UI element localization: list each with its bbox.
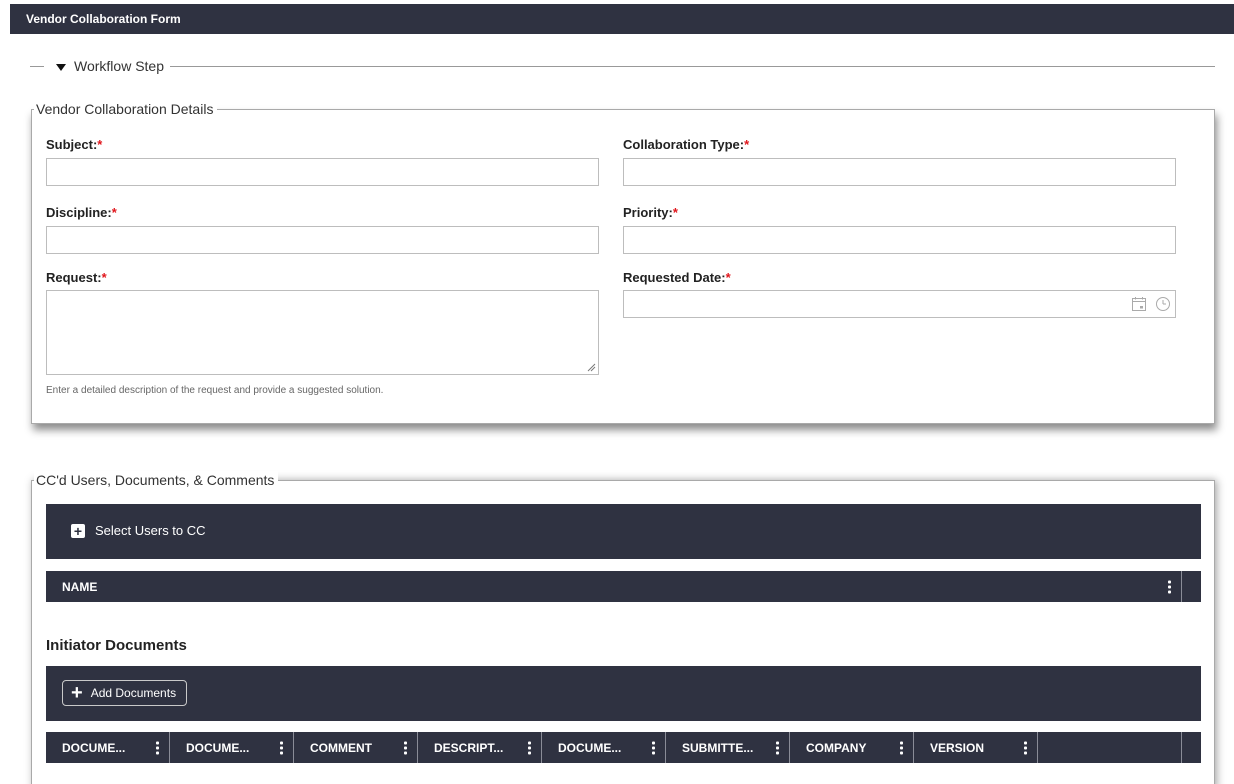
collaboration-type-label: Collaboration Type:* [623,137,750,152]
calendar-icon[interactable] [1131,296,1147,312]
request-hint: Enter a detailed description of the requ… [46,385,384,396]
required-marker: * [744,137,750,152]
column-header-document[interactable]: DOCUME... [170,732,294,763]
resize-grip-icon[interactable] [587,363,596,372]
required-marker: * [111,205,117,220]
add-documents-button[interactable]: + Add Documents [62,680,188,706]
vendor-collaboration-details-panel: Vendor Collaboration Details Subject:* C… [31,100,1215,424]
priority-input[interactable] [623,226,1176,254]
panel-legend: CC'd Users, Documents, & Comments [34,471,279,489]
required-marker: * [101,270,107,285]
workflow-step-header[interactable]: Workflow Step [30,55,1215,77]
discipline-label: Discipline:* [46,205,117,220]
column-header-description[interactable]: DESCRIPT... [418,732,542,763]
column-menu-icon[interactable] [1024,741,1027,754]
cc-toolbar: + Select Users to CC [46,504,1201,559]
plus-icon: + [71,682,83,704]
requested-date-input[interactable] [623,290,1176,318]
window-title-bar: Vendor Collaboration Form [10,4,1234,34]
add-documents-button-label: Add Documents [90,686,177,700]
divider [170,65,1215,67]
column-header-comment[interactable]: COMMENT [294,732,418,763]
cc-users-documents-comments-panel: CC'd Users, Documents, & Comments + Sele… [31,471,1215,784]
request-textarea[interactable] [46,290,599,375]
window-title: Vendor Collaboration Form [26,12,181,26]
column-header-name[interactable]: NAME [46,571,1182,602]
select-users-to-cc-button[interactable]: + Select Users to CC [71,523,206,538]
priority-label: Priority:* [623,205,678,220]
column-header-version[interactable]: VERSION [914,732,1038,763]
caret-down-icon[interactable] [56,64,66,71]
subject-label: Subject:* [46,137,103,152]
column-header-company[interactable]: COMPANY [790,732,914,763]
column-menu-icon[interactable] [156,741,159,754]
column-header-document[interactable]: DOCUME... [46,732,170,763]
required-marker: * [725,270,731,285]
column-menu-icon[interactable] [404,741,407,754]
panel-legend: Vendor Collaboration Details [34,100,218,118]
column-menu-icon[interactable] [776,741,779,754]
required-marker: * [97,137,103,152]
column-menu-icon[interactable] [652,741,655,754]
plus-square-icon: + [71,523,85,538]
divider [30,65,44,67]
subject-input[interactable] [46,158,599,186]
column-menu-icon[interactable] [528,741,531,754]
initiator-documents-title: Initiator Documents [46,637,187,654]
cc-users-grid-header: NAME [46,571,1201,602]
column-header-submitted[interactable]: SUBMITTE... [666,732,790,763]
column-header-filler [1038,732,1182,763]
select-users-button-label: Select Users to CC [95,523,206,538]
clock-icon[interactable] [1155,296,1171,312]
request-label: Request:* [46,270,107,285]
discipline-input[interactable] [46,226,599,254]
column-header-document[interactable]: DOCUME... [542,732,666,763]
required-marker: * [672,205,678,220]
workflow-step-label[interactable]: Workflow Step [74,58,164,74]
requested-date-label: Requested Date:* [623,270,731,285]
documents-toolbar: + Add Documents [46,666,1201,721]
column-menu-icon[interactable] [1168,580,1171,593]
column-menu-icon[interactable] [280,741,283,754]
column-menu-icon[interactable] [900,741,903,754]
collaboration-type-input[interactable] [623,158,1176,186]
documents-grid-header: DOCUME... DOCUME... COMMENT DESCRIPT... … [46,732,1201,763]
